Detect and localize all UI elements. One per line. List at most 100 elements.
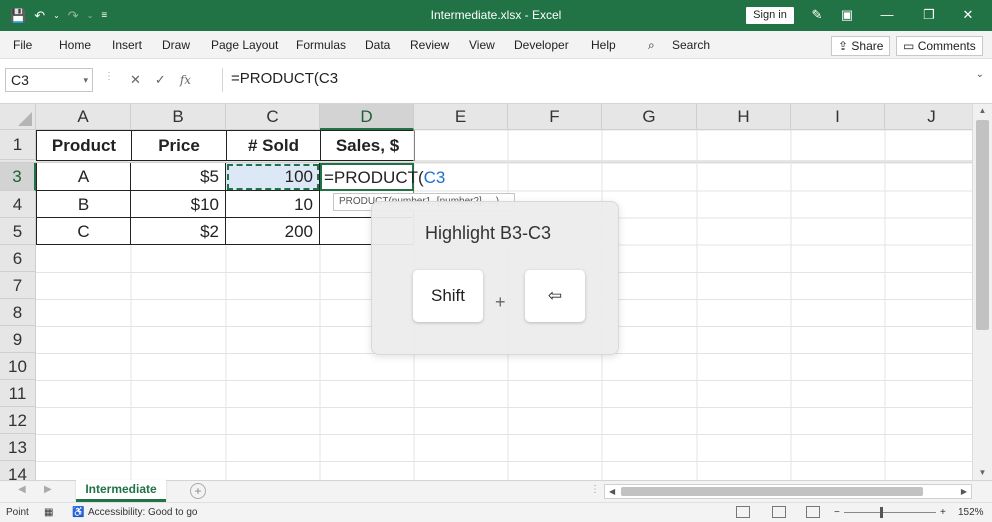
tab-review[interactable]: Review: [410, 38, 449, 52]
column-header-a[interactable]: A: [36, 104, 131, 130]
share-label: Share: [851, 39, 884, 53]
row-header-14[interactable]: 14: [0, 461, 36, 480]
column-header-h[interactable]: H: [697, 104, 791, 130]
save-icon[interactable]: 💾: [10, 8, 26, 24]
enter-icon[interactable]: ✓: [155, 72, 166, 88]
zoom-in-button[interactable]: +: [940, 507, 946, 518]
cell-d3-editor[interactable]: =PRODUCT(C3: [320, 163, 445, 191]
column-header-e[interactable]: E: [414, 104, 508, 130]
cell-c3[interactable]: 100: [226, 163, 320, 191]
tab-help[interactable]: Help: [591, 38, 616, 52]
dropdown-icon[interactable]: ⌄: [53, 11, 60, 20]
horizontal-scrollbar[interactable]: ◀ ▶: [604, 484, 972, 499]
comments-button[interactable]: ▭ Comments: [896, 36, 983, 56]
prev-sheet-icon[interactable]: ◀: [18, 484, 26, 495]
scroll-up-icon[interactable]: ▲: [973, 104, 992, 118]
row-header-12[interactable]: 12: [0, 407, 36, 434]
row-header-3[interactable]: 3: [0, 163, 36, 191]
horizontal-scroll-thumb[interactable]: [621, 487, 923, 496]
minimize-icon[interactable]: —: [874, 5, 900, 25]
pen-icon[interactable]: ✎: [804, 5, 830, 25]
scroll-right-icon[interactable]: ▶: [961, 485, 967, 498]
shift-key: Shift: [413, 270, 483, 322]
tab-split-handle-icon[interactable]: ⋮: [590, 484, 600, 495]
cancel-icon[interactable]: ✕: [130, 72, 141, 88]
tab-insert[interactable]: Insert: [112, 38, 142, 52]
row-header-1[interactable]: 1: [0, 130, 36, 160]
sheet-tab-intermediate[interactable]: Intermediate: [76, 480, 166, 502]
next-sheet-icon[interactable]: ▶: [44, 484, 52, 495]
select-all-button[interactable]: [0, 104, 36, 130]
column-header-c[interactable]: C: [226, 104, 320, 130]
close-icon[interactable]: ✕: [955, 5, 981, 25]
sign-in-button[interactable]: Sign in: [746, 7, 794, 24]
tab-file[interactable]: File: [13, 38, 32, 52]
zoom-out-button[interactable]: −: [834, 507, 840, 518]
row-header-5[interactable]: 5: [0, 218, 36, 245]
column-header-b[interactable]: B: [131, 104, 226, 130]
formula-input[interactable]: =PRODUCT(C3: [222, 68, 986, 92]
row-header-10[interactable]: 10: [0, 353, 36, 380]
redo-icon[interactable]: ↷: [68, 8, 79, 24]
column-header-i[interactable]: I: [791, 104, 885, 130]
macro-icon[interactable]: ▦: [44, 507, 53, 518]
tab-home[interactable]: Home: [59, 38, 91, 52]
normal-view-icon[interactable]: [736, 506, 750, 518]
tab-draw[interactable]: Draw: [162, 38, 190, 52]
ribbon-display-icon[interactable]: ▣: [834, 5, 860, 25]
edit-formula-prefix: =PRODUCT(: [324, 168, 424, 187]
column-header-f[interactable]: F: [508, 104, 602, 130]
accessibility-icon: ♿: [72, 507, 85, 518]
undo-icon[interactable]: ↶: [34, 8, 45, 24]
column-header-d[interactable]: D: [320, 104, 414, 130]
divider-handle-icon[interactable]: ⋮: [104, 71, 114, 82]
expand-formula-icon[interactable]: ⌄: [976, 69, 984, 80]
add-sheet-button[interactable]: +: [190, 483, 206, 499]
search-icon: ⌕: [648, 38, 655, 52]
scroll-left-icon[interactable]: ◀: [609, 485, 615, 498]
name-box[interactable]: C3 ▾: [5, 68, 93, 92]
zoom-level[interactable]: 152%: [958, 507, 984, 518]
edit-formula-reference: C3: [423, 168, 446, 187]
row-header-7[interactable]: 7: [0, 272, 36, 299]
row-header-6[interactable]: 6: [0, 245, 36, 272]
overlay-heading: Highlight B3-C3: [425, 223, 552, 243]
share-button[interactable]: ⇪ Share: [831, 36, 891, 56]
title-bar: 💾 ↶ ⌄ ↷ ⌄ ≡ Intermediate.xlsx - Excel Si…: [0, 0, 992, 31]
column-header-j[interactable]: J: [885, 104, 972, 130]
comment-icon: ▭: [903, 39, 915, 53]
keystroke-overlay: Highlight B3-C3 Shift + ⇦: [371, 201, 619, 355]
column-header-g[interactable]: G: [602, 104, 697, 130]
zoom-slider-thumb[interactable]: [880, 507, 883, 518]
search-box[interactable]: Search: [672, 38, 710, 52]
row-header-11[interactable]: 11: [0, 380, 36, 407]
dropdown-icon[interactable]: ⌄: [87, 11, 94, 20]
chevron-down-icon[interactable]: ▾: [83, 69, 88, 91]
comments-label: Comments: [917, 39, 976, 53]
tab-developer[interactable]: Developer: [514, 38, 569, 52]
sheet-tab-bar: ◀ ▶ Intermediate + ⋮ ◀ ▶: [0, 480, 992, 502]
tab-formulas[interactable]: Formulas: [296, 38, 346, 52]
tab-page-layout[interactable]: Page Layout: [211, 38, 278, 52]
page-layout-view-icon[interactable]: [772, 506, 786, 518]
plus-sign: +: [495, 292, 506, 312]
scroll-down-icon[interactable]: ▼: [973, 466, 992, 480]
row-header-13[interactable]: 13: [0, 434, 36, 461]
cell-mode: Point: [6, 507, 29, 518]
ribbon-tabs: File Home Insert Draw Page Layout Formul…: [0, 31, 992, 59]
tab-data[interactable]: Data: [365, 38, 390, 52]
tab-view[interactable]: View: [469, 38, 495, 52]
customize-icon[interactable]: ≡: [101, 10, 107, 21]
page-break-view-icon[interactable]: [806, 506, 820, 518]
vertical-scroll-thumb[interactable]: [976, 120, 989, 330]
left-arrow-key-icon: ⇦: [525, 270, 585, 322]
name-box-value: C3: [11, 72, 29, 88]
zoom-slider[interactable]: [844, 512, 936, 513]
row-header-8[interactable]: 8: [0, 299, 36, 326]
row-header-9[interactable]: 9: [0, 326, 36, 353]
insert-function-icon[interactable]: fx: [180, 73, 191, 87]
row-header-4[interactable]: 4: [0, 191, 36, 218]
accessibility-status[interactable]: Accessibility: Good to go: [88, 507, 198, 518]
restore-icon[interactable]: ❐: [916, 5, 942, 25]
vertical-scrollbar[interactable]: ▲ ▼: [972, 104, 992, 480]
